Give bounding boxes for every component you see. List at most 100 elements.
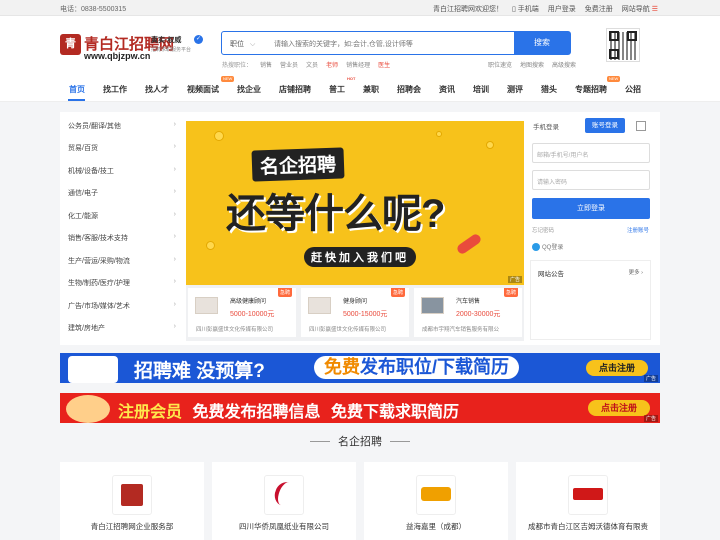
rocket-icon: [455, 232, 483, 256]
login-tabs: 手机登录 账号登录: [530, 118, 651, 134]
chevron-right-icon: ›: [173, 256, 176, 263]
notice-box: 网站公告 更多 ›: [530, 260, 651, 340]
nav-home[interactable]: 首页: [69, 84, 85, 95]
logo-url: www.qbjzpw.cn: [84, 51, 151, 61]
section-title: 名企招聘: [338, 436, 382, 448]
category-item[interactable]: 机械/设备/技工 ›: [68, 166, 176, 176]
site-nav-link[interactable]: 网站导航 ☰: [622, 4, 658, 14]
nav-find-talent[interactable]: 找人才: [145, 84, 169, 95]
nav-find-job[interactable]: 找工作: [103, 84, 127, 95]
map-search-link[interactable]: 地图搜索: [520, 60, 544, 69]
main-panel: 公务员/翻译/其他 › 贸易/百货 › 机械/设备/技工 › 通信/电子 › 化工/能源…: [60, 112, 660, 345]
advanced-search-link[interactable]: 高级搜索: [552, 60, 576, 69]
tab-account-login[interactable]: 账号登录: [585, 118, 625, 133]
ad-banner-recruit[interactable]: 招聘难 没预算? 免费发布职位/下载简历 点击注册 广告: [60, 353, 660, 383]
ad-register-button[interactable]: 点击注册: [588, 400, 650, 416]
category-item[interactable]: 公务员/翻译/其他 ›: [68, 121, 176, 131]
banner-tagline: 赶快加入我们吧: [304, 247, 416, 267]
job-card[interactable]: 汽车销售 2000-30000元 成都市宇翔汽车销售服务有限公 急聘: [414, 288, 522, 337]
search-input[interactable]: [274, 37, 514, 51]
category-item[interactable]: 广告/市场/媒体/艺术 ›: [68, 301, 176, 311]
password-field[interactable]: 请输入密码: [532, 170, 650, 190]
category-item[interactable]: 生产/营运/采购/物流 ›: [68, 256, 176, 266]
nav-part-time[interactable]: 兼职: [363, 84, 379, 95]
nav-general-worker[interactable]: 普工: [329, 84, 345, 95]
top-bar: 电话：0838-5500315 青白江招聘网欢迎您！ ▯ 手机端 用户登录 免费…: [0, 0, 720, 16]
nav-video-interview[interactable]: 视频面试: [187, 84, 219, 95]
job-card[interactable]: 健身顾问 5000-15000元 四川彭赢盛世文化传媒有限公司 急聘: [301, 288, 409, 337]
welcome-text: 青白江招聘网欢迎您！: [432, 6, 503, 13]
ad-label: 广告: [643, 375, 658, 382]
qq-login-link[interactable]: QQ登录: [532, 242, 563, 252]
category-item[interactable]: 化工/能源 ›: [68, 211, 176, 221]
banner-headline: 名企招聘: [251, 147, 345, 182]
category-item[interactable]: 建筑/房地产 ›: [68, 323, 176, 333]
category-item[interactable]: 贸易/百货 ›: [68, 143, 176, 153]
company-card[interactable]: 四川华侨凤凰纸业有限公司: [212, 462, 356, 540]
login-link[interactable]: 用户登录: [548, 4, 576, 14]
new-badge: NEW: [221, 76, 235, 82]
category-item[interactable]: 生物/制药/医疗/护理 ›: [68, 278, 176, 288]
hero-banner[interactable]: 名企招聘 还等什么呢? 赶快加入我们吧 广告: [186, 121, 524, 285]
ad-label: 广告: [643, 415, 658, 422]
nav-training[interactable]: 培训: [473, 84, 489, 95]
hot-item[interactable]: 销售: [260, 60, 272, 69]
qr-login-icon[interactable]: [636, 121, 646, 131]
nav-assessment[interactable]: 测评: [507, 84, 523, 95]
login-panel: 手机登录 账号登录 邮箱/手机号/用户名 请输入密码 立即登录 忘记密码 注册账…: [530, 118, 651, 340]
company-card[interactable]: 青白江招聘网企业服务部: [60, 462, 204, 540]
chevron-right-icon: ›: [173, 188, 176, 195]
chevron-right-icon: ›: [173, 121, 176, 128]
search-bar: 职位⌵ 搜索: [221, 31, 571, 55]
qq-icon: [532, 243, 540, 252]
nav-find-company[interactable]: 找企业: [237, 84, 261, 95]
company-card[interactable]: 益海嘉里（成都）: [364, 462, 508, 540]
nav-special-recruit[interactable]: 专题招聘: [575, 84, 607, 95]
ad-register-button[interactable]: 点击注册: [586, 360, 648, 376]
company-name: 益海嘉里（成都）: [406, 522, 466, 531]
hot-item[interactable]: 老师: [326, 60, 338, 69]
chevron-right-icon: ›: [173, 143, 176, 150]
mobile-link[interactable]: ▯ 手机端: [512, 4, 539, 14]
forgot-password-link[interactable]: 忘记密码: [532, 226, 554, 234]
hot-item[interactable]: 医生: [378, 60, 390, 69]
hot-item[interactable]: 文员: [306, 60, 318, 69]
category-item[interactable]: 通信/电子 ›: [68, 188, 176, 198]
tab-mobile-login[interactable]: 手机登录: [533, 121, 559, 131]
nav-civil-exam[interactable]: 公招: [625, 84, 641, 95]
site-logo[interactable]: 青 青白江招聘网 www.qbjzpw.cn 真实·权威 招聘求职服务平台 ✓: [60, 33, 210, 63]
ad-banner-member[interactable]: 注册会员 免费发布招聘信息 免费下载求职简历 点击注册 广告: [60, 393, 660, 423]
job-card[interactable]: 高级健康顾问 5000-10000元 四川彭赢盛世文化传媒有限公司 急聘: [188, 288, 296, 337]
nav-news[interactable]: 资讯: [439, 84, 455, 95]
category-sidebar: 公务员/翻译/其他 › 贸易/百货 › 机械/设备/技工 › 通信/电子 › 化工/能源…: [60, 112, 182, 345]
register-account-link[interactable]: 注册账号: [627, 226, 649, 234]
username-field[interactable]: 邮箱/手机号/用户名: [532, 143, 650, 163]
job-salary: 5000-10000元: [230, 311, 275, 318]
company-logo: [416, 475, 456, 515]
company-logo: [568, 475, 608, 515]
job-company: 四川彭赢盛世文化传媒有限公司: [309, 327, 387, 333]
nav-headhunter[interactable]: 猎头: [541, 84, 557, 95]
job-browse-link[interactable]: 职位速览: [488, 60, 512, 69]
login-button[interactable]: 立即登录: [532, 198, 650, 219]
cartoon-image: [68, 356, 118, 383]
nav-store-jobs[interactable]: 店铺招聘: [279, 84, 311, 95]
company-name: 青白江招聘网企业服务部: [90, 522, 174, 531]
category-item[interactable]: 销售/客服/技术支持 ›: [68, 233, 176, 243]
urgent-badge: 急聘: [503, 288, 518, 297]
company-card[interactable]: 成都市青白江区吉姆沃德体育有限责: [516, 462, 660, 540]
banner-main-text: 还等什么呢?: [226, 192, 445, 236]
company-logo: [308, 297, 331, 314]
hot-item[interactable]: 销售经理: [346, 60, 370, 69]
job-salary: 5000-15000元: [343, 311, 388, 318]
nav-job-fair[interactable]: 招聘会: [397, 84, 421, 95]
notice-more-link[interactable]: 更多 ›: [629, 268, 643, 276]
hot-item[interactable]: 营业员: [280, 60, 298, 69]
search-category-select[interactable]: 职位 ⌵: [230, 39, 255, 49]
register-link[interactable]: 免费注册: [585, 4, 613, 14]
featured-jobs: 高级健康顾问 5000-10000元 四川彭赢盛世文化传媒有限公司 急聘 健身顾…: [186, 285, 524, 341]
logo-subtitle: 招聘求职服务平台: [151, 47, 192, 53]
search-button[interactable]: 搜索: [514, 32, 570, 54]
chevron-right-icon: ›: [173, 278, 176, 285]
job-title: 高级健康顾问: [230, 299, 267, 305]
